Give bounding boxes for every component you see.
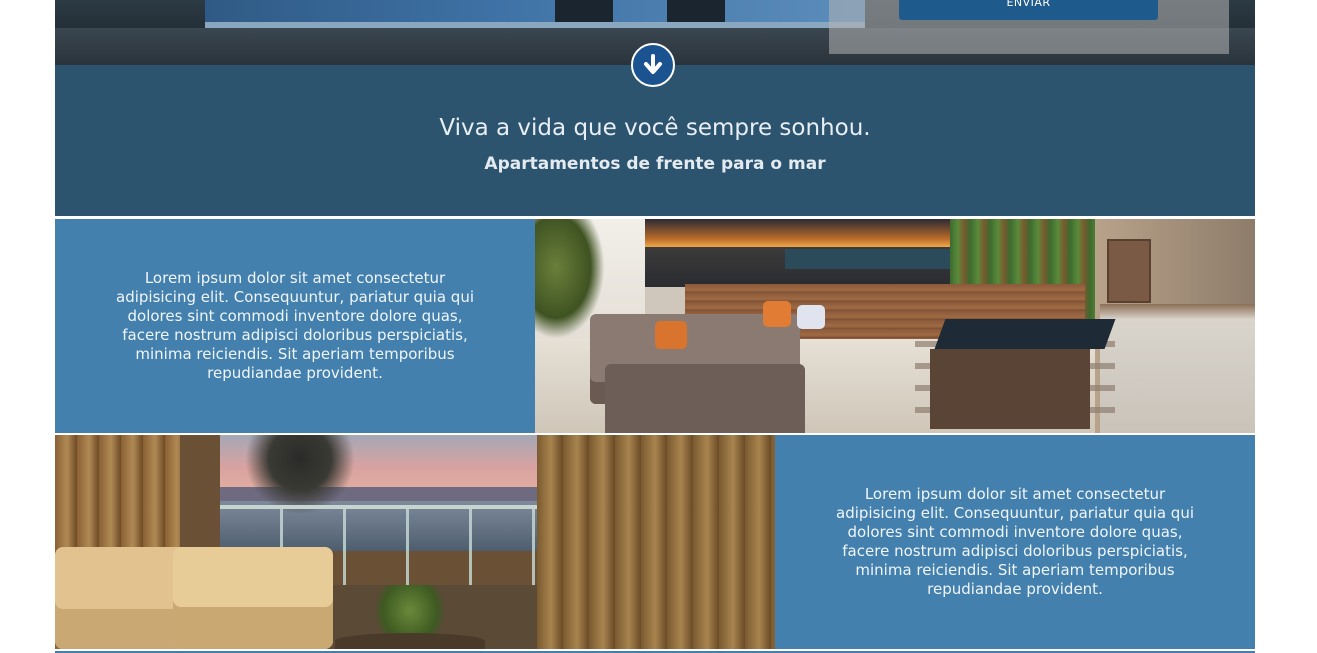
feature-text-box: Lorem ipsum dolor sit amet consectetur a… — [775, 435, 1255, 649]
terrace-lounge-photo — [535, 219, 1255, 433]
banner-subheadline: Apartamentos de frente para o mar — [484, 154, 826, 174]
scroll-down-button[interactable] — [631, 43, 675, 87]
contact-form-panel: ENVIAR — [829, 0, 1229, 54]
feature-row: Lorem ipsum dolor sit amet consectetur a… — [55, 219, 1255, 433]
feature-text-box: Lorem ipsum dolor sit amet consectetur a… — [55, 219, 535, 433]
feature-description: Lorem ipsum dolor sit amet consectetur a… — [836, 485, 1194, 598]
banner-headline: Viva a vida que você sempre sonhou. — [439, 115, 871, 141]
feature-row: Lorem ipsum dolor sit amet consectetur a… — [55, 435, 1255, 649]
tagline-banner: Viva a vida que você sempre sonhou. Apar… — [55, 43, 1255, 216]
living-room-sea-view-photo — [55, 435, 775, 649]
hero-lounger — [555, 0, 613, 22]
page: ENVIAR Viva a vida que você sempre sonho… — [55, 0, 1255, 653]
feature-description: Lorem ipsum dolor sit amet consectetur a… — [116, 269, 474, 382]
arrow-down-circle-icon — [644, 54, 662, 74]
submit-button[interactable]: ENVIAR — [899, 0, 1158, 20]
hero-lounger — [667, 0, 725, 22]
hero-pool — [205, 0, 865, 28]
